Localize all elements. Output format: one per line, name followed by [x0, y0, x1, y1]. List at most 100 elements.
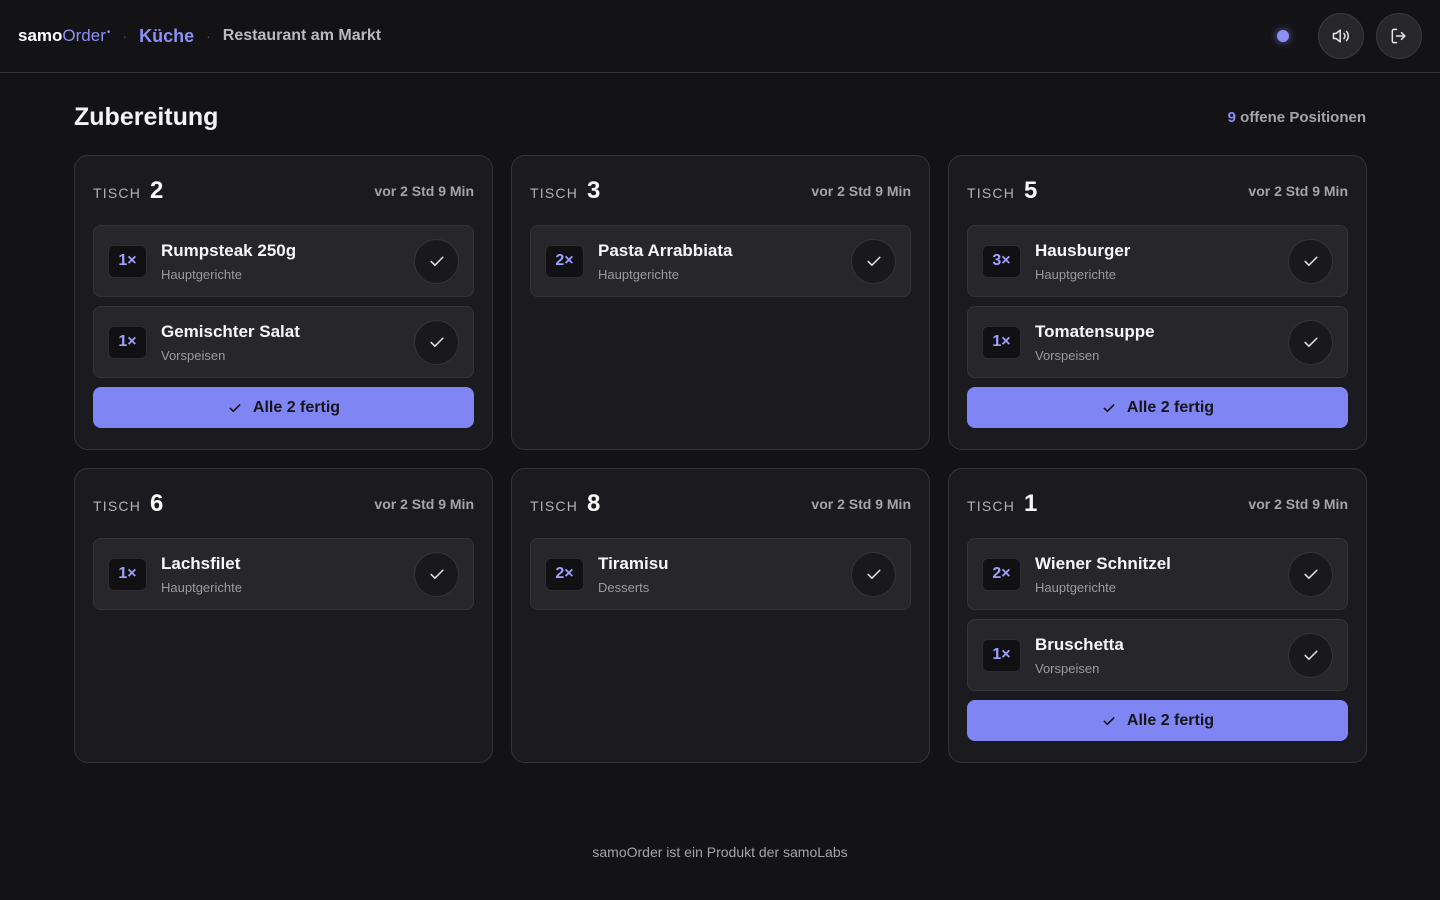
check-icon	[429, 337, 444, 347]
table-card-8: TISCH 8 vor 2 Std 9 Min 2× Tiramisu Dess…	[511, 468, 930, 763]
order-item: 1× Bruschetta Vorspeisen	[967, 619, 1348, 691]
top-bar: samo Order • · Küche · Restaurant am Markt	[0, 0, 1440, 73]
sound-button[interactable]	[1318, 13, 1364, 59]
quantity-badge: 2×	[982, 557, 1021, 591]
check-icon	[1103, 403, 1115, 412]
check-icon	[1303, 256, 1318, 266]
item-category: Vorspeisen	[1035, 347, 1100, 363]
order-item: 1× Tomatensuppe Vorspeisen	[967, 306, 1348, 378]
card-header: TISCH 8 vor 2 Std 9 Min	[530, 486, 911, 522]
logout-icon	[1391, 28, 1406, 44]
order-item: 2× Tiramisu Desserts	[530, 538, 911, 610]
item-text: Bruschetta Vorspeisen	[1035, 635, 1288, 676]
header-actions	[1277, 13, 1422, 59]
order-time: vor 2 Std 9 Min	[1248, 183, 1348, 199]
logo-dot: •	[106, 27, 111, 38]
quantity-badge: 1×	[108, 557, 147, 591]
separator: ·	[206, 28, 211, 44]
order-item: 2× Pasta Arrabbiata Hauptgerichte	[530, 225, 911, 297]
order-item: 2× Wiener Schnitzel Hauptgerichte	[967, 538, 1348, 610]
card-header: TISCH 6 vor 2 Std 9 Min	[93, 486, 474, 522]
item-name: Bruschetta	[1035, 634, 1124, 654]
item-category: Hauptgerichte	[1035, 266, 1116, 282]
restaurant-name: Restaurant am Markt	[222, 27, 382, 44]
mark-done-button[interactable]	[1288, 632, 1333, 678]
check-icon	[1303, 569, 1318, 579]
table-label-text: TISCH	[530, 498, 578, 514]
open-positions: 9 offene Positionen	[1228, 109, 1366, 126]
item-name: Tomatensuppe	[1035, 321, 1155, 341]
open-count-number: 9	[1227, 109, 1236, 126]
table-number: 6	[150, 490, 164, 517]
table-label: TISCH 8	[530, 490, 600, 518]
table-number: 5	[1024, 177, 1038, 204]
title-row: Zubereitung 9 offene Positionen	[74, 103, 1366, 132]
order-item: 1× Gemischter Salat Vorspeisen	[93, 306, 474, 378]
separator: ·	[122, 28, 128, 44]
quantity-badge: 1×	[982, 638, 1021, 672]
item-category: Hauptgerichte	[161, 579, 242, 595]
speaker-icon	[1332, 29, 1349, 43]
table-card-6: TISCH 6 vor 2 Std 9 Min 1× Lachsfilet Ha…	[74, 468, 493, 763]
table-number: 8	[587, 490, 601, 517]
table-card-1: TISCH 1 vor 2 Std 9 Min 2× Wiener Schnit…	[948, 468, 1367, 763]
item-category: Hauptgerichte	[1035, 579, 1116, 595]
order-time: vor 2 Std 9 Min	[374, 183, 474, 199]
footer: samoOrder ist ein Produkt der samoLabs	[592, 844, 848, 860]
check-icon	[1103, 716, 1115, 725]
section-title[interactable]: Küche	[139, 26, 194, 47]
item-name: Pasta Arrabbiata	[598, 240, 733, 260]
table-number: 1	[1024, 490, 1038, 517]
item-text: Pasta Arrabbiata Hauptgerichte	[598, 241, 851, 282]
item-text: Rumpsteak 250g Hauptgerichte	[161, 241, 414, 282]
logout-button[interactable]	[1376, 13, 1422, 59]
item-name: Tiramisu	[598, 553, 669, 573]
mark-done-button[interactable]	[1288, 238, 1333, 284]
order-items: 2× Pasta Arrabbiata Hauptgerichte	[530, 225, 911, 297]
item-category: Hauptgerichte	[161, 266, 242, 282]
check-icon	[429, 256, 444, 266]
order-item: 1× Lachsfilet Hauptgerichte	[93, 538, 474, 610]
mark-done-button[interactable]	[414, 319, 459, 365]
order-item: 1× Rumpsteak 250g Hauptgerichte	[93, 225, 474, 297]
order-item: 3× Hausburger Hauptgerichte	[967, 225, 1348, 297]
order-items: 2× Wiener Schnitzel Hauptgerichte 1× Bru…	[967, 538, 1348, 741]
order-time: vor 2 Std 9 Min	[811, 183, 911, 199]
all-done-button[interactable]: Alle 2 fertig	[93, 387, 474, 428]
quantity-badge: 1×	[982, 325, 1021, 359]
check-icon	[866, 569, 881, 579]
table-label: TISCH 6	[93, 490, 163, 518]
all-done-button[interactable]: Alle 2 fertig	[967, 387, 1348, 428]
table-label-text: TISCH	[530, 185, 578, 201]
table-label: TISCH 1	[967, 490, 1037, 518]
item-category: Vorspeisen	[161, 347, 226, 363]
status-dot-icon	[1277, 30, 1289, 42]
table-card-3: TISCH 3 vor 2 Std 9 Min 2× Pasta Arrabbi…	[511, 155, 930, 450]
item-text: Gemischter Salat Vorspeisen	[161, 322, 414, 363]
mark-done-button[interactable]	[414, 238, 459, 284]
check-icon	[1303, 650, 1318, 660]
item-name: Rumpsteak 250g	[161, 240, 297, 260]
item-name: Lachsfilet	[161, 553, 241, 573]
open-count-label: offene Positionen	[1235, 109, 1366, 126]
mark-done-button[interactable]	[851, 551, 896, 597]
check-icon	[229, 403, 241, 412]
item-category: Desserts	[598, 579, 650, 595]
all-done-label: Alle 2 fertig	[1126, 711, 1215, 729]
quantity-badge: 2×	[545, 557, 584, 591]
order-items: 3× Hausburger Hauptgerichte 1× Tomatensu…	[967, 225, 1348, 428]
order-items: 1× Lachsfilet Hauptgerichte	[93, 538, 474, 610]
quantity-badge: 2×	[545, 244, 584, 278]
card-header: TISCH 1 vor 2 Std 9 Min	[967, 486, 1348, 522]
mark-done-button[interactable]	[1288, 319, 1333, 365]
logo-bold: samo	[18, 26, 63, 45]
item-category: Vorspeisen	[1035, 660, 1100, 676]
mark-done-button[interactable]	[1288, 551, 1333, 597]
table-card-2: TISCH 2 vor 2 Std 9 Min 1× Rumpsteak 250…	[74, 155, 493, 450]
all-done-label: Alle 2 fertig	[252, 398, 341, 416]
all-done-button[interactable]: Alle 2 fertig	[967, 700, 1348, 741]
mark-done-button[interactable]	[851, 238, 896, 284]
quantity-badge: 3×	[982, 244, 1021, 278]
item-text: Hausburger Hauptgerichte	[1035, 241, 1288, 282]
mark-done-button[interactable]	[414, 551, 459, 597]
